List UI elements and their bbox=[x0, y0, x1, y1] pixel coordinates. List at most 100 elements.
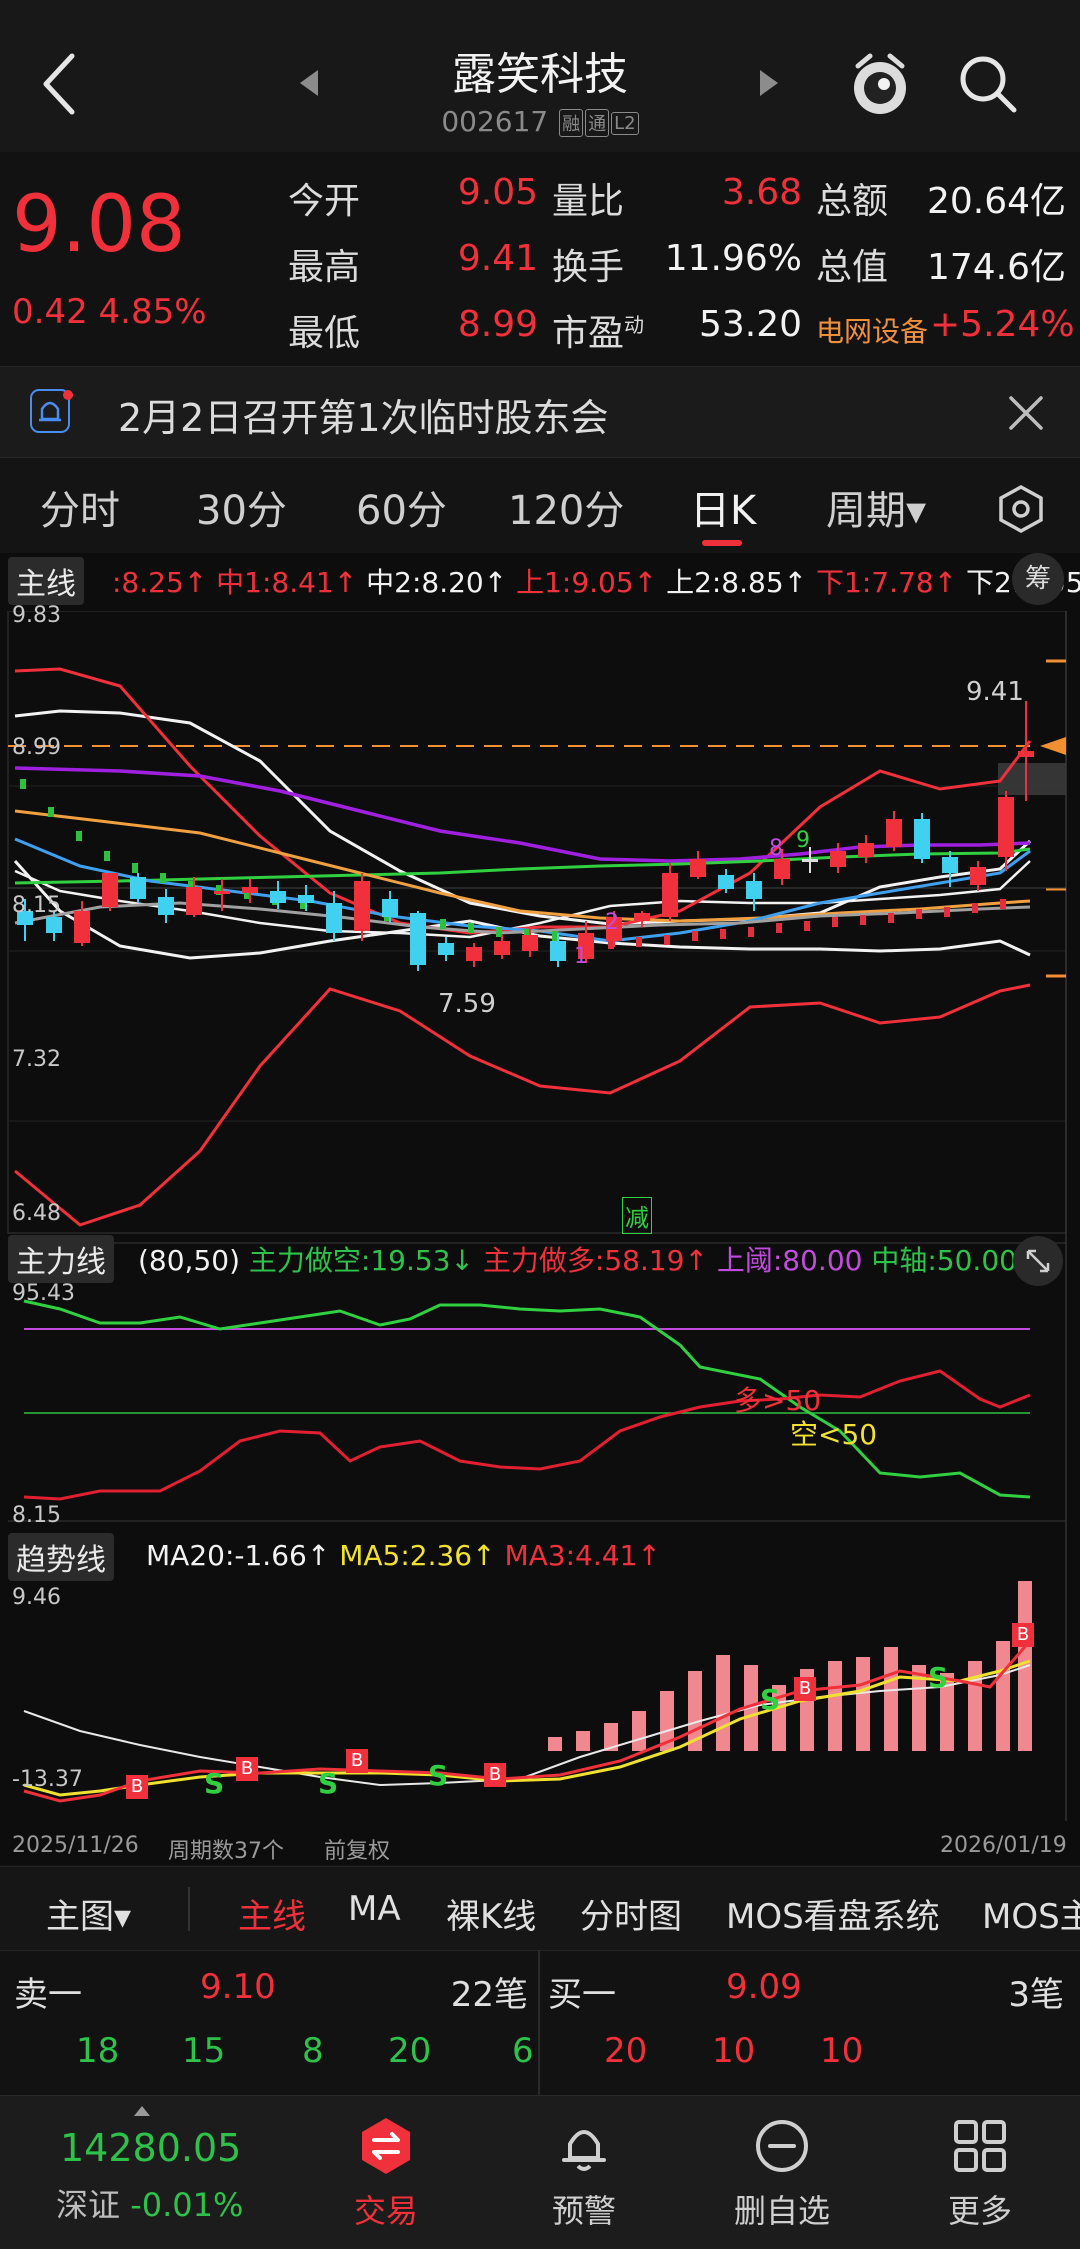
quote-panel: 9.08 0.42 4.85% 今开 9.05 最高 9.41 最低 8.99 … bbox=[0, 152, 1080, 366]
buy-signal: B bbox=[1012, 1623, 1034, 1647]
search-icon[interactable] bbox=[956, 52, 1020, 116]
settings-hexagon-icon[interactable] bbox=[996, 484, 1046, 534]
axis-label: 9.46 bbox=[12, 1585, 61, 1610]
indicator-mos-system[interactable]: MOS看盘系统 bbox=[726, 1889, 940, 1938]
sell-signal: S bbox=[428, 1759, 449, 1792]
tag-l2: L2 bbox=[611, 111, 639, 135]
value-volume-ratio: 3.68 bbox=[721, 172, 802, 213]
value-open: 9.05 bbox=[457, 172, 538, 213]
buy-price: 9.09 bbox=[726, 1967, 802, 2007]
main-legend: :8.25↑ 中1:8.41↑ 中2:8.20↑ 上1:9.05↑ 上2:8.8… bbox=[112, 561, 1080, 601]
index-value[interactable]: 14280.05 bbox=[60, 2126, 241, 2170]
buy-size: 20 bbox=[604, 2031, 648, 2071]
chart-area[interactable]: 主线 :8.25↑ 中1:8.41↑ 中2:8.20↑ 上1:9.05↑ 上2:… bbox=[0, 553, 1080, 1865]
high-price-label: 9.41 bbox=[966, 677, 1024, 707]
axis-label: 6.48 bbox=[12, 1201, 61, 1226]
tab-time-share[interactable]: 分时 bbox=[40, 478, 120, 536]
sell-price: 9.10 bbox=[200, 1967, 276, 2007]
label-pe: 市盈动 bbox=[552, 313, 645, 354]
notice-bell-icon bbox=[30, 389, 73, 433]
legend-item: MA5:2.36↑ bbox=[339, 1539, 496, 1572]
main-force-params: (80,50) bbox=[138, 1244, 241, 1277]
label-high: 最高 bbox=[288, 247, 361, 288]
label-amount: 总额 bbox=[816, 181, 889, 222]
axis-label: 8.15 bbox=[12, 1503, 61, 1528]
value-high: 9.41 bbox=[457, 238, 538, 279]
close-icon[interactable] bbox=[1008, 395, 1044, 431]
tab-30min[interactable]: 30分 bbox=[196, 478, 287, 536]
buy-signal: B bbox=[346, 1749, 368, 1773]
price-level-marker bbox=[1040, 737, 1066, 755]
trend-selector[interactable]: 趋势线 bbox=[8, 1533, 114, 1581]
main-force-selector[interactable]: 主力线 bbox=[8, 1235, 114, 1283]
divider bbox=[538, 1951, 540, 2096]
indicator-main-line[interactable]: 主线 bbox=[238, 1889, 306, 1938]
nav-more[interactable]: 更多 bbox=[890, 2116, 1070, 2232]
indicator-ma[interactable]: MA bbox=[348, 1889, 401, 1929]
indicator-naked-k[interactable]: 裸K线 bbox=[446, 1889, 536, 1938]
sector-name[interactable]: 电网设备 bbox=[816, 310, 928, 350]
caret-up-icon[interactable] bbox=[132, 2104, 152, 2118]
stock-name: 露笑科技 bbox=[452, 49, 628, 100]
marker-label: 1 bbox=[574, 944, 588, 969]
nav-label: 删自选 bbox=[733, 2192, 830, 2230]
label-open: 今开 bbox=[288, 181, 361, 222]
marker-label: 2 bbox=[605, 910, 619, 935]
ma3-line bbox=[23, 1640, 1032, 1803]
nav-remove-watchlist[interactable]: 删自选 bbox=[692, 2116, 872, 2232]
sell-size: 8 bbox=[302, 2031, 324, 2071]
chip-distribution-button[interactable]: 筹 bbox=[1012, 553, 1064, 605]
main-chart-selector[interactable]: 主图▾ bbox=[46, 1889, 131, 1938]
label-turnover: 换手 bbox=[552, 247, 625, 288]
expand-icon[interactable] bbox=[1012, 1235, 1064, 1287]
nav-label: 预警 bbox=[551, 2192, 616, 2230]
sell-signal: S bbox=[204, 1767, 225, 1800]
minus-circle-icon bbox=[756, 2120, 808, 2172]
legend-item: 上阈:80.00 bbox=[716, 1244, 863, 1277]
legend-item: MA3:4.41↑ bbox=[504, 1539, 661, 1572]
legend-item: 主力做多:58.19↑ bbox=[482, 1244, 708, 1277]
stock-code: 002617 bbox=[441, 105, 549, 138]
nav-trade[interactable]: 交易 bbox=[296, 2116, 476, 2232]
index-name: 深证 bbox=[56, 2186, 121, 2224]
buy-size: 10 bbox=[820, 2031, 864, 2071]
value-turnover: 11.96% bbox=[664, 238, 802, 279]
mascot-icon[interactable] bbox=[848, 48, 912, 118]
buy-signal: B bbox=[126, 1775, 148, 1799]
buy-signal: B bbox=[484, 1763, 506, 1787]
index-name-row: 深证 -0.01% bbox=[56, 2180, 243, 2226]
index-change: -0.01% bbox=[130, 2186, 244, 2224]
stock-header: 露笑科技 002617 融通 L2 bbox=[0, 0, 1080, 152]
end-date: 2026/01/19 bbox=[940, 1833, 1067, 1858]
tab-120min[interactable]: 120分 bbox=[508, 478, 624, 536]
bottom-navigation: 14280.05 深证 -0.01% 交易 预警 删自选 更多 bbox=[0, 2095, 1080, 2249]
tab-daily-k[interactable]: 日K bbox=[690, 478, 756, 536]
main-indicator-selector[interactable]: 主线 bbox=[8, 557, 84, 605]
sector-change: +5.24% bbox=[930, 304, 1075, 345]
legend-item: 下1:7.78↑ bbox=[816, 566, 958, 599]
label-volume-ratio: 量比 bbox=[552, 181, 625, 222]
next-stock-icon[interactable] bbox=[758, 68, 780, 98]
change-percent: 4.85% bbox=[98, 292, 207, 332]
indicator-mos-main[interactable]: MOS主 bbox=[982, 1889, 1080, 1938]
active-tab-indicator bbox=[702, 540, 742, 546]
divider bbox=[188, 1887, 190, 1931]
trade-icon bbox=[362, 2118, 410, 2174]
indicator-time-share[interactable]: 分时图 bbox=[580, 1889, 682, 1938]
grid-icon bbox=[954, 2120, 1006, 2172]
buy-signal: B bbox=[794, 1677, 816, 1701]
nav-alert[interactable]: 预警 bbox=[494, 2116, 674, 2232]
label-low: 最低 bbox=[288, 313, 361, 354]
notice-bar[interactable]: 2月2日召开第1次临时股东会 bbox=[0, 366, 1080, 458]
short-annotation: 空<50 bbox=[790, 1418, 878, 1451]
legend-item: 上1:9.05↑ bbox=[516, 566, 658, 599]
jian-label: 减 bbox=[622, 1197, 652, 1234]
tab-period-dropdown[interactable]: 周期▾ bbox=[826, 478, 926, 536]
main-force-legend: (80,50) 主力做空:19.53↓ 主力做多:58.19↑ 上阈:80.00… bbox=[138, 1239, 1017, 1279]
tab-60min[interactable]: 60分 bbox=[356, 478, 447, 536]
price-change: 0.42 4.85% bbox=[12, 292, 207, 332]
sell-signal: S bbox=[928, 1661, 949, 1694]
adjust-mode[interactable]: 前复权 bbox=[324, 1833, 390, 1865]
low-price-label: 7.59 bbox=[438, 989, 496, 1019]
period-count: 周期数37个 bbox=[168, 1839, 284, 1864]
